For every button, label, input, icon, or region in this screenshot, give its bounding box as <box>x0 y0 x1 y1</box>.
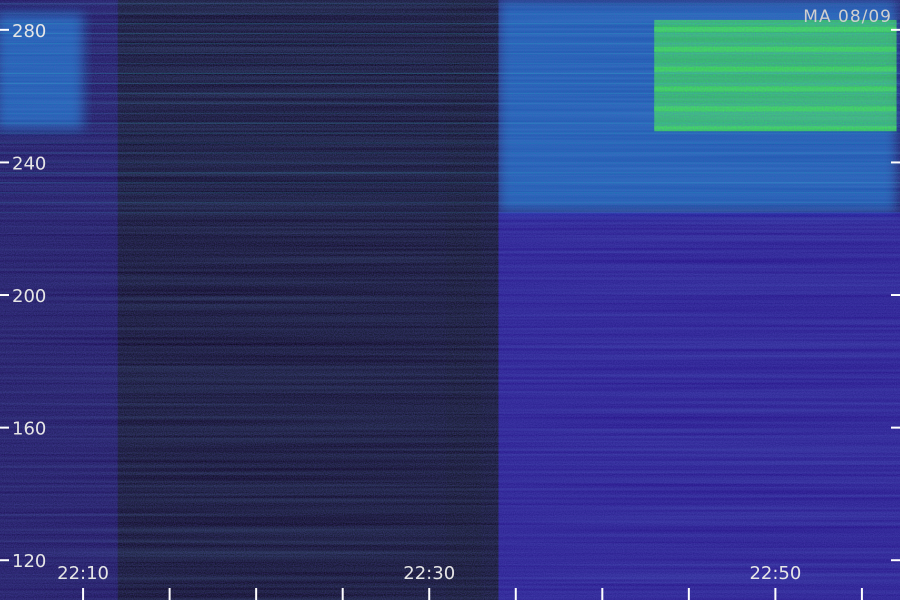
x-tick-label: 22:30 <box>403 563 455 584</box>
y-tick-label: 200 <box>12 286 46 307</box>
x-tick-label: 22:10 <box>57 563 109 584</box>
y-tick-label: 160 <box>12 419 46 440</box>
corner-label: MA 08/09 <box>803 7 892 27</box>
texture-streaks <box>0 0 900 600</box>
y-tick-label: 240 <box>12 153 46 174</box>
y-tick-label: 120 <box>12 551 46 572</box>
y-tick-label: 280 <box>12 21 46 42</box>
x-tick-label: 22:50 <box>749 563 801 584</box>
spectrogram: 120 160 200 240 280 22:10 22:30 22:50 MA 08/09 <box>0 0 900 600</box>
